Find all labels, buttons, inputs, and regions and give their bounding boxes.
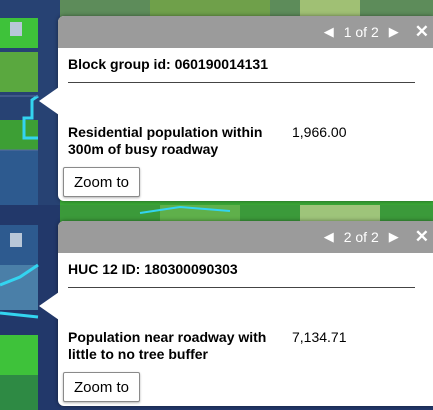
triangle-left-icon[interactable]: ◀ xyxy=(324,24,334,40)
popup-header: ◀ 2 of 2 ▶ ✕ xyxy=(58,221,433,253)
info-popup: ◀ 1 of 2 ▶ ✕ Block group id: 06019001413… xyxy=(58,16,433,201)
attribute-row: Population near roadway with little to n… xyxy=(68,329,423,363)
info-popup: ◀ 2 of 2 ▶ ✕ HUC 12 ID: 180300090303 Pop… xyxy=(58,221,433,406)
page-count: 2 of 2 xyxy=(343,229,379,245)
popup-header: ◀ 1 of 2 ▶ ✕ xyxy=(58,16,433,48)
popup-pager: ◀ 2 of 2 ▶ ✕ xyxy=(324,221,429,253)
triangle-right-icon[interactable]: ▶ xyxy=(389,229,399,245)
page-count: 1 of 2 xyxy=(343,24,379,40)
close-icon[interactable]: ✕ xyxy=(415,227,429,247)
popup-pointer xyxy=(39,292,59,320)
title-value: 180300090303 xyxy=(144,261,238,277)
map-panel-bottom: ◀ 2 of 2 ▶ ✕ HUC 12 ID: 180300090303 Pop… xyxy=(0,205,433,410)
attribute-row: Residential population within 300m of bu… xyxy=(68,124,423,158)
popup-pointer xyxy=(39,87,59,115)
attribute-label: Residential population within 300m of bu… xyxy=(68,124,263,157)
close-icon[interactable]: ✕ xyxy=(415,22,429,42)
zoom-to-button[interactable]: Zoom to xyxy=(63,167,141,197)
popup-pager: ◀ 1 of 2 ▶ ✕ xyxy=(324,16,429,48)
title-value: 060190014131 xyxy=(174,56,268,72)
triangle-left-icon[interactable]: ◀ xyxy=(324,229,334,245)
attribute-value: 1,966.00 xyxy=(292,124,347,140)
popup-title: HUC 12 ID: 180300090303 xyxy=(68,261,415,288)
title-label: HUC 12 ID: xyxy=(68,261,141,277)
attribute-label: Population near roadway with little to n… xyxy=(68,329,267,362)
zoom-to-button[interactable]: Zoom to xyxy=(63,372,141,402)
attribute-value: 7,134.71 xyxy=(292,329,347,345)
popup-title: Block group id: 060190014131 xyxy=(68,56,415,83)
map-panel-top: ◀ 1 of 2 ▶ ✕ Block group id: 06019001413… xyxy=(0,0,433,205)
triangle-right-icon[interactable]: ▶ xyxy=(389,24,399,40)
title-label: Block group id: xyxy=(68,56,171,72)
